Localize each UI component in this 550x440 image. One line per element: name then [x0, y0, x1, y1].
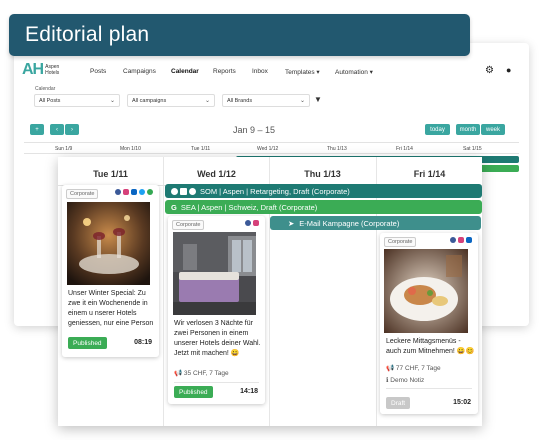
nav-inbox[interactable]: Inbox — [252, 68, 268, 75]
divider — [24, 153, 519, 154]
week-view-button[interactable]: week — [481, 124, 505, 135]
brand-badge: Corporate — [384, 237, 417, 247]
chevron-down-icon: ⌄ — [109, 98, 115, 104]
post-card-wed[interactable]: Corporate Wir verlosen 3 Nächte für zwei… — [168, 216, 265, 404]
facebook-icon — [115, 189, 121, 195]
linkedin-icon — [180, 187, 187, 195]
nav-calendar[interactable]: Calendar — [171, 68, 199, 75]
title-banner: Editorial plan — [9, 14, 470, 56]
filter-funnel-icon[interactable]: ▼ — [314, 95, 322, 104]
settings-gear-icon[interactable]: ⚙ — [485, 65, 494, 76]
bg-day-header: Wed 1/12 — [257, 146, 279, 152]
calendar-range-title: Jan 9 – 15 — [233, 125, 276, 135]
post-card-tue[interactable]: Corporate Unser Winter Special: Zu zwe i… — [62, 185, 159, 357]
nav-posts[interactable]: Posts — [90, 68, 106, 75]
campaign-bar-email[interactable]: ➤ E-Mail Kampagne (Corporate) — [270, 216, 481, 230]
bg-day-header: Sun 1/9 — [55, 146, 73, 152]
twitter-icon — [189, 187, 196, 195]
campaign-bar-som[interactable]: SOM | Aspen | Retargeting, Draft (Corpor… — [165, 184, 482, 198]
divider — [24, 142, 519, 143]
day-header-tue: Tue 1/11 — [93, 169, 128, 179]
megaphone-icon: 📢 — [174, 370, 183, 377]
nav-reports[interactable]: Reports — [213, 68, 236, 75]
nav-automation[interactable]: Automation ▾ — [335, 68, 373, 76]
post-image-food — [384, 249, 468, 333]
day-header-wed: Wed 1/12 — [197, 169, 236, 179]
campaign-bar-sea[interactable]: G SEA | Aspen | Schweiz, Draft (Corporat… — [165, 200, 482, 214]
social-icons — [115, 189, 153, 195]
brand-badge: Corporate — [172, 220, 205, 230]
post-text: Unser Winter Special: Zu zwe it ein Woch… — [68, 290, 154, 327]
facebook-icon — [245, 220, 251, 226]
post-image-restaurant — [67, 202, 150, 285]
instagram-icon — [458, 237, 464, 243]
brands-filter-select[interactable]: All Brands ⌄ — [222, 94, 310, 107]
day-header-fri: Fri 1/14 — [413, 169, 446, 179]
screenshot-stage: AH Aspen Hotels Posts Campaigns Calendar… — [0, 0, 550, 440]
campaign-label: E-Mail Kampagne (Corporate) — [299, 218, 400, 228]
day-header-thu: Thu 1/13 — [304, 169, 341, 179]
social-icons — [171, 187, 196, 195]
chevron-down-icon: ⌄ — [204, 98, 210, 104]
post-text: Leckere Mittagsmenüs - auch zum Mitnehme… — [386, 338, 475, 355]
user-profile-icon[interactable]: ● — [506, 65, 511, 75]
status-badge-draft: Draft — [386, 397, 411, 409]
status-badge-published: Published — [68, 337, 107, 349]
budget-meta: 📢 77 CHF, 7 Tage — [386, 365, 441, 372]
weekly-calendar: Tue 1/11 Wed 1/12 Thu 1/13 Fri 1/14 SOM … — [58, 157, 482, 426]
budget-meta: 📢 35 CHF, 7 Tage — [174, 370, 229, 377]
instagram-icon — [253, 220, 259, 226]
send-icon: ➤ — [288, 218, 295, 228]
bg-day-header: Mon 1/10 — [120, 146, 141, 152]
google-icon — [147, 189, 153, 195]
note-meta: ℹ Demo Notiz — [386, 377, 425, 384]
filters-label: Calendar — [35, 86, 56, 92]
bg-day-header: Fri 1/14 — [396, 146, 413, 152]
top-navigation: AH Aspen Hotels Posts Campaigns Calendar… — [14, 57, 529, 87]
status-badge-published: Published — [174, 386, 213, 398]
post-time: 15:02 — [453, 399, 471, 406]
divider — [386, 388, 472, 389]
banner-title: Editorial plan — [25, 23, 150, 46]
posts-filter-select[interactable]: All Posts ⌄ — [34, 94, 120, 107]
month-view-button[interactable]: month — [456, 124, 480, 135]
brand-badge: Corporate — [66, 189, 99, 199]
today-button[interactable]: today — [425, 124, 450, 135]
facebook-icon — [450, 237, 456, 243]
megaphone-icon: 📢 — [386, 365, 395, 372]
campaigns-filter-select[interactable]: All campaigns ⌄ — [127, 94, 215, 107]
twitter-icon — [139, 189, 145, 195]
social-icons — [245, 220, 259, 226]
linkedin-icon — [466, 237, 472, 243]
bg-day-header: Thu 1/13 — [327, 146, 347, 152]
next-week-button[interactable]: › — [65, 124, 79, 135]
column-divider — [163, 157, 164, 426]
post-time: 14:18 — [240, 388, 258, 395]
post-image-hotel-room — [173, 232, 256, 315]
campaign-label: SOM | Aspen | Retargeting, Draft (Corpor… — [200, 186, 350, 196]
nav-templates[interactable]: Templates ▾ — [285, 68, 320, 76]
nav-campaigns[interactable]: Campaigns — [123, 68, 156, 75]
social-icons — [450, 237, 472, 243]
campaign-label: SEA | Aspen | Schweiz, Draft (Corporate) — [180, 202, 318, 212]
info-icon: ℹ — [386, 377, 389, 384]
bg-day-header: Sat 1/15 — [463, 146, 482, 152]
facebook-icon — [171, 187, 178, 195]
linkedin-icon — [131, 189, 137, 195]
post-text: Wir verlosen 3 Nächte für zwei Personen … — [174, 320, 261, 357]
brand-logo[interactable]: AH Aspen Hotels — [22, 61, 59, 79]
post-time: 08:19 — [134, 339, 152, 346]
divider — [174, 382, 259, 383]
google-icon: G — [171, 202, 177, 212]
post-card-fri[interactable]: Corporate Leckere Mittagsmenüs - auch zu… — [380, 233, 478, 414]
logo-mark: AH — [22, 61, 44, 78]
prev-week-button[interactable]: ‹ — [50, 124, 64, 135]
instagram-icon — [123, 189, 129, 195]
chevron-down-icon: ⌄ — [299, 98, 305, 104]
add-post-button[interactable]: + — [30, 124, 44, 135]
logo-name: Aspen Hotels — [45, 64, 60, 76]
bg-day-header: Tue 1/11 — [191, 146, 211, 152]
